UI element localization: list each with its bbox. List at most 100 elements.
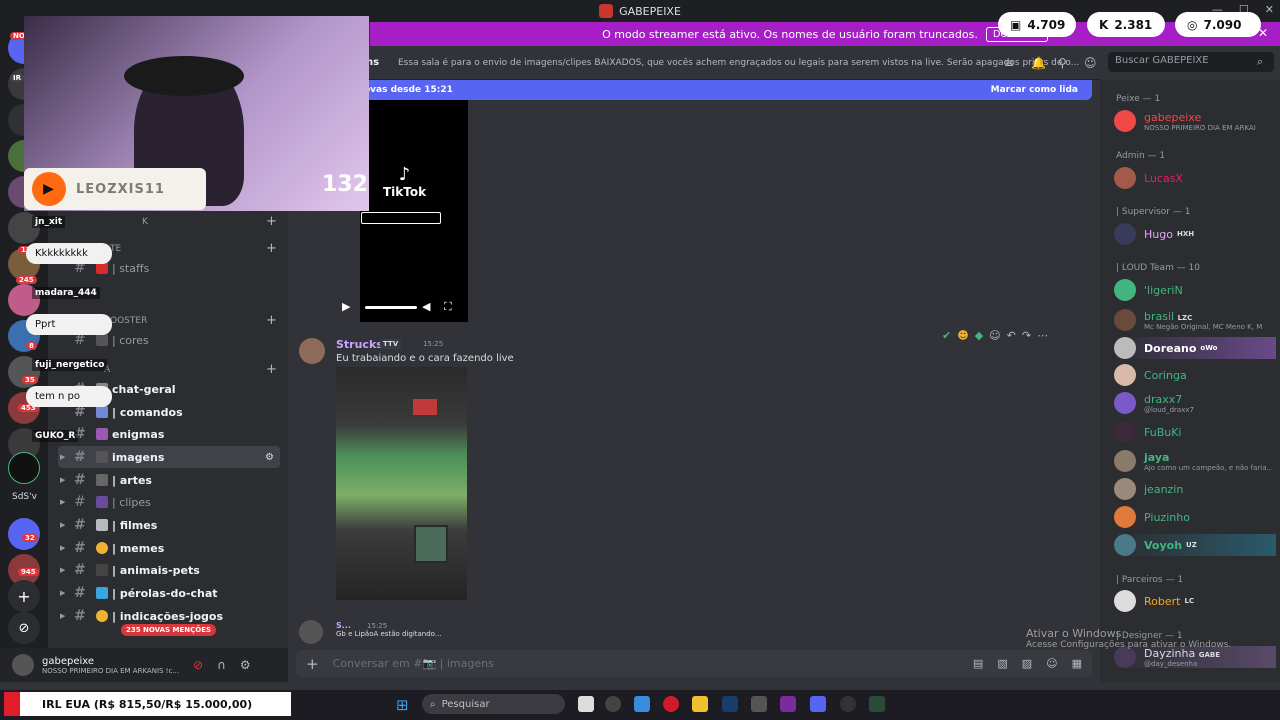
app-icon[interactable] xyxy=(751,696,767,712)
message-author[interactable]: S... xyxy=(336,621,351,630)
channel-artes[interactable]: ▶ # | artes xyxy=(58,469,328,491)
apps-icon[interactable]: ▦ xyxy=(1072,657,1082,670)
add-attachment-icon[interactable]: + xyxy=(306,655,319,673)
forward-icon[interactable]: ↷ xyxy=(1022,329,1031,342)
windows-start-icon[interactable]: ⊞ xyxy=(396,696,409,714)
channel-filmes[interactable]: ▶ # | filmes xyxy=(58,514,328,536)
member-name: Robert xyxy=(1144,594,1181,608)
app-icon[interactable] xyxy=(869,696,885,712)
user-settings-gear-icon[interactable]: ⚙ xyxy=(240,658,251,672)
add-channel-icon[interactable]: + xyxy=(266,241,277,256)
member-doreano[interactable]: Doreano oWo xyxy=(1114,337,1276,359)
member-status: @loud_draxx7 xyxy=(1144,405,1194,414)
add-reaction-icon[interactable]: ☺ xyxy=(989,329,1000,342)
close-window-button[interactable]: ✕ xyxy=(1265,3,1274,16)
member-gabepeixe[interactable]: gabepeixe NOSSO PRIMEIRO DIA EM ARKAI xyxy=(1114,110,1276,132)
steam-icon[interactable] xyxy=(722,696,738,712)
add-channel-icon[interactable]: + xyxy=(266,362,277,377)
member-name: Hugo xyxy=(1144,227,1173,241)
reply-icon[interactable]: ↶ xyxy=(1007,329,1016,342)
new-mentions-badge[interactable]: 235 NOVAS MENÇÕES xyxy=(121,624,217,636)
video-attachment[interactable]: ▶ ◀ ⛶ xyxy=(342,100,468,322)
member-piuzinho[interactable]: Piuzinho xyxy=(1114,506,1276,528)
opera-icon[interactable] xyxy=(663,696,679,712)
overlay-chat-message: tem n po xyxy=(26,386,112,407)
task-view-icon[interactable] xyxy=(578,696,594,712)
reaction-check-icon[interactable]: ✔ xyxy=(942,329,951,342)
message-input[interactable]: Conversar em #📷 | imagens xyxy=(333,657,494,670)
sticker-icon[interactable]: ▨ xyxy=(1022,657,1032,670)
member-list-icon[interactable]: ☺ xyxy=(1084,56,1097,70)
file-explorer-icon[interactable] xyxy=(692,696,708,712)
notification-bell-icon[interactable]: 🔔 xyxy=(1031,56,1046,70)
mute-microphone-icon[interactable]: ⊘ xyxy=(193,658,203,672)
discord-icon[interactable] xyxy=(810,696,826,712)
channel-animais-pets[interactable]: ▶ # | animais-pets xyxy=(58,559,328,581)
channel-perolas-do-chat[interactable]: ▶ # | pérolas-do-chat xyxy=(58,582,328,604)
member-jeanzin[interactable]: jeanzin xyxy=(1114,478,1276,500)
category-label[interactable]: K xyxy=(142,217,148,227)
message-composer[interactable]: + Conversar em #📷 | imagens ▤ ▧ ▨ ☺ ▦ xyxy=(296,650,1092,677)
taskbar-search[interactable]: ⌕ Pesquisar xyxy=(422,694,565,714)
mark-as-read-button[interactable]: Marcar como lida xyxy=(991,85,1078,95)
settings-gear-icon[interactable]: ⚙ xyxy=(265,452,274,463)
message-author[interactable]: Strucks xyxy=(336,338,383,351)
server-label[interactable]: SdS'v xyxy=(12,492,37,502)
member-name: draxx7 xyxy=(1144,392,1183,406)
user-status: NOSSO PRIMEIRO DIA EM ARKANIS !c... xyxy=(42,666,180,675)
channel-topic[interactable]: Essa sala é para o envio de imagens/clip… xyxy=(398,58,1079,68)
app-icon[interactable] xyxy=(780,696,796,712)
play-icon[interactable]: ▶ xyxy=(342,300,350,313)
channel-name: | animais-pets xyxy=(112,563,200,577)
member-lucasx[interactable]: LucasX xyxy=(1114,167,1276,189)
avatar[interactable] xyxy=(299,620,323,644)
new-messages-bar[interactable]: ovas desde 15:21 Marcar como lida xyxy=(288,80,1092,100)
emoji-icon[interactable]: ☺ xyxy=(1046,657,1057,670)
member-ligerin[interactable]: 'ligeriN xyxy=(1114,279,1276,301)
pin-icon[interactable]: ⚲ xyxy=(1058,56,1067,70)
channel-emoji-icon xyxy=(96,519,108,531)
irl-donation-goal: IRL EUA (R$ 815,50/R$ 15.000,00) xyxy=(4,692,291,716)
channel-imagens[interactable]: ▶ # imagens ⚙ xyxy=(58,446,280,468)
app-icon[interactable] xyxy=(605,696,621,712)
video-progress-bar[interactable] xyxy=(361,212,441,224)
channel-clipes[interactable]: ▶ # | clipes xyxy=(58,491,328,513)
member-draxx7[interactable]: draxx7 @loud_draxx7 xyxy=(1114,392,1276,414)
channel-memes[interactable]: ▶ # | memes xyxy=(58,537,328,559)
add-channel-icon[interactable]: + xyxy=(266,214,277,229)
gift-icon[interactable]: ▤ xyxy=(973,657,983,670)
copilot-icon[interactable] xyxy=(634,696,650,712)
member-robert[interactable]: Robert LC xyxy=(1114,590,1276,612)
overlay-chat-message: Kkkkkkkkk xyxy=(26,243,112,264)
member-coringa[interactable]: Coringa xyxy=(1114,364,1276,386)
volume-slider[interactable] xyxy=(365,306,417,309)
add-channel-icon[interactable]: + xyxy=(266,313,277,328)
role-header: | Supervisor — 1 xyxy=(1116,207,1191,217)
member-name: brasil xyxy=(1144,309,1175,323)
member-hugo[interactable]: Hugo HXH xyxy=(1114,223,1276,245)
add-server-icon[interactable]: + xyxy=(8,580,40,612)
avatar[interactable] xyxy=(12,654,34,676)
avatar[interactable] xyxy=(299,338,325,364)
channel-emoji-icon xyxy=(96,542,108,554)
loud-server-icon[interactable] xyxy=(8,452,40,484)
image-attachment[interactable] xyxy=(336,367,467,600)
threads-icon[interactable]: ≡ xyxy=(1004,56,1014,70)
reaction-laugh-icon[interactable]: ☻ xyxy=(957,329,968,342)
channel-enigmas[interactable]: # enigmas xyxy=(58,423,328,445)
fullscreen-icon[interactable]: ⛶ xyxy=(444,300,452,314)
gif-icon[interactable]: ▧ xyxy=(997,657,1007,670)
explore-servers-icon[interactable]: ⊘ xyxy=(8,612,40,644)
member-jaya[interactable]: jaya Ajo como um campeão, e não faria... xyxy=(1114,450,1276,472)
headphones-icon[interactable]: ∩ xyxy=(217,658,226,672)
reaction-frog-icon[interactable]: ◆ xyxy=(975,329,983,342)
volume-icon[interactable]: ◀ xyxy=(422,300,430,313)
obs-icon[interactable] xyxy=(840,696,856,712)
more-options-icon[interactable]: ⋯ xyxy=(1037,329,1048,342)
member-voyoh[interactable]: Voyoh UZ xyxy=(1114,534,1276,556)
member-fubuki[interactable]: FuBuKi xyxy=(1114,421,1276,443)
member-brasil[interactable]: brasil LZC Mc Negão Original, MC Meno K, … xyxy=(1114,309,1276,331)
windows-activation-watermark: Ativar o Windows Acesse Configurações pa… xyxy=(1026,627,1231,650)
search-input[interactable]: Buscar GABEPEIXE xyxy=(1108,52,1274,72)
member-name: jaya xyxy=(1144,450,1170,464)
